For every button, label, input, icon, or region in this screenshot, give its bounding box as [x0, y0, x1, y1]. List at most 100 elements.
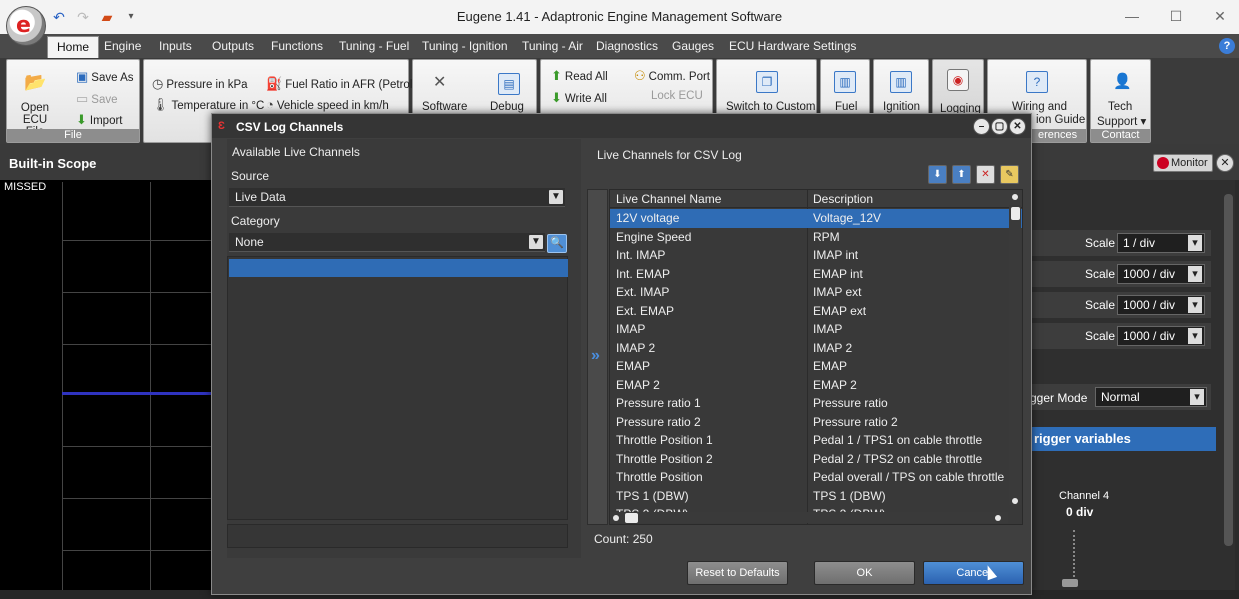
main-scrollbar-thumb[interactable]: [1224, 194, 1233, 546]
channel-name-cell: Engine Speed: [616, 229, 692, 244]
wiring-guide-button[interactable]: Wiring and: [1012, 101, 1067, 113]
monitor-button[interactable]: Monitor: [1153, 154, 1213, 172]
scope-grid-line: [62, 550, 215, 551]
table-row[interactable]: TPS 1 (DBW) TPS 1 (DBW): [610, 487, 1022, 506]
temperature-units-button[interactable]: 🌡 Temperature in °C: [152, 97, 264, 113]
fuel-table-icon: ▥: [834, 71, 856, 93]
delete-channel-icon[interactable]: ✕: [976, 165, 995, 184]
scope-close-icon[interactable]: ✕: [1216, 154, 1234, 172]
close-button[interactable]: ✕: [1205, 6, 1235, 26]
table-row[interactable]: Pressure ratio 1 Pressure ratio: [610, 394, 1022, 413]
available-channel-selected-row[interactable]: [229, 259, 568, 277]
category-select[interactable]: None ▼: [229, 233, 545, 252]
tab-engine[interactable]: Engine: [104, 39, 141, 53]
save-button[interactable]: ▭ Save: [76, 91, 118, 107]
thermometer-icon: 🌡: [152, 97, 169, 112]
table-row[interactable]: 12V voltage Voltage_12V: [610, 209, 1022, 228]
channel-description-cell: Pressure ratio: [813, 396, 888, 410]
column-header-name[interactable]: Live Channel Name: [616, 192, 721, 206]
table-row[interactable]: Throttle Position 2 Pedal 2 / TPS2 on cab…: [610, 450, 1022, 469]
software-button[interactable]: Software: [422, 101, 467, 113]
fuel-button[interactable]: Fuel: [835, 101, 857, 113]
scale-select-1[interactable]: 1 / div: [1117, 233, 1205, 253]
comm-port-button[interactable]: ⚇ Comm. Port: [634, 68, 710, 84]
grid-vertical-scroll-thumb[interactable]: [1011, 207, 1020, 220]
channel-name-cell: IMAP: [616, 322, 646, 336]
wiring-guide-icon: ?: [1026, 71, 1048, 93]
vehicle-speed-units-button[interactable]: ◔ Vehicle speed in km/h: [266, 97, 389, 112]
lock-ecu-button[interactable]: Lock ECU: [651, 90, 703, 102]
scale-select-3[interactable]: 1000 / div: [1117, 295, 1205, 315]
debug-button[interactable]: Debug: [490, 101, 524, 113]
pressure-units-button[interactable]: ◷ Pressure in kPa: [152, 76, 248, 92]
tab-functions[interactable]: Functions: [271, 39, 323, 53]
move-up-icon[interactable]: ⬆: [952, 165, 971, 184]
table-row[interactable]: Engine Speed RPM: [610, 228, 1022, 247]
gauge-icon: ◷: [152, 76, 164, 91]
source-select[interactable]: Live Data ▼: [229, 188, 565, 207]
tab-diagnostics[interactable]: Diagnostics: [596, 39, 658, 53]
table-row[interactable]: Ext. IMAP IMAP ext: [610, 283, 1022, 302]
save-as-button[interactable]: ▣ Save As: [76, 69, 134, 85]
read-all-button[interactable]: ⬆ Read All: [551, 68, 608, 84]
switch-to-custom-button[interactable]: Switch to Custom: [726, 101, 815, 113]
app-logo[interactable]: e: [6, 6, 46, 46]
trigger-variables-button[interactable]: rigger variables: [1030, 427, 1216, 451]
ok-button[interactable]: OK: [814, 561, 915, 585]
ignition-table-icon: ▥: [890, 71, 912, 93]
clear-all-icon[interactable]: ✎: [1000, 165, 1019, 184]
tab-outputs[interactable]: Outputs: [212, 39, 254, 53]
tab-tuning-ignition[interactable]: Tuning - Ignition: [422, 39, 508, 53]
tech-support-button-line2[interactable]: Support ▾: [1097, 114, 1146, 128]
tab-gauges[interactable]: Gauges: [672, 39, 714, 53]
table-row[interactable]: Int. IMAP IMAP int: [610, 246, 1022, 265]
table-row[interactable]: Throttle Position Pedal overall / TPS on …: [610, 468, 1022, 487]
maximize-button[interactable]: ☐: [1161, 6, 1191, 26]
tab-home[interactable]: Home: [47, 36, 100, 58]
grid-horizontal-scroll-thumb[interactable]: [625, 513, 638, 523]
table-row[interactable]: Ext. EMAP EMAP ext: [610, 302, 1022, 321]
import-button[interactable]: ⬇ Import: [76, 112, 123, 128]
channel4-slider-thumb[interactable]: [1062, 579, 1078, 587]
available-channels-list[interactable]: [227, 256, 568, 520]
tab-inputs[interactable]: Inputs: [159, 39, 192, 53]
table-row[interactable]: IMAP IMAP: [610, 320, 1022, 339]
dialog-close-button[interactable]: ✕: [1009, 118, 1026, 135]
table-row[interactable]: IMAP 2 IMAP 2: [610, 339, 1022, 358]
category-label: Category: [231, 214, 280, 228]
dialog-minimize-button[interactable]: –: [973, 118, 990, 135]
ribbon-group-contact: 👤 Tech Support ▾ Contact: [1090, 59, 1151, 143]
grid-horizontal-scrollbar[interactable]: [610, 512, 1008, 523]
tab-tuning-fuel[interactable]: Tuning - Fuel: [339, 39, 409, 53]
tab-ecu-hardware-settings[interactable]: ECU Hardware Settings: [729, 39, 856, 53]
dialog-maximize-button[interactable]: ▢: [991, 118, 1008, 135]
search-icon[interactable]: 🔍: [547, 234, 567, 253]
app-logo-icon: Ɛ: [218, 120, 225, 132]
table-row[interactable]: EMAP EMAP: [610, 357, 1022, 376]
ignition-button[interactable]: Ignition: [883, 101, 920, 113]
channel-name-cell: Int. IMAP: [616, 248, 666, 262]
minimize-button[interactable]: —: [1117, 6, 1147, 26]
write-all-button[interactable]: ⬇ Write All: [551, 90, 607, 106]
table-row[interactable]: Int. EMAP EMAP int: [610, 265, 1022, 284]
add-arrow-icon[interactable]: »: [591, 347, 600, 365]
tab-tuning-air[interactable]: Tuning - Air: [522, 39, 583, 53]
wiring-guide-button-line2[interactable]: ion Guide: [1036, 114, 1085, 126]
tech-support-button[interactable]: Tech: [1108, 101, 1132, 113]
help-icon[interactable]: ?: [1219, 38, 1235, 54]
cancel-button[interactable]: Cancel: [923, 561, 1024, 585]
channel-description-cell: IMAP ext: [813, 285, 862, 299]
scale-select-2[interactable]: 1000 / div: [1117, 264, 1205, 284]
channel-name-cell: EMAP: [616, 359, 651, 373]
table-row[interactable]: Pressure ratio 2 Pressure ratio 2: [610, 413, 1022, 432]
fuel-ratio-units-button[interactable]: ⛽ Fuel Ratio in AFR (Petrol): [266, 76, 416, 92]
table-row[interactable]: Throttle Position 1 Pedal 1 / TPS1 on cab…: [610, 431, 1022, 450]
table-row[interactable]: EMAP 2 EMAP 2: [610, 376, 1022, 395]
scale-select-4[interactable]: 1000 / div: [1117, 326, 1205, 346]
column-header-description[interactable]: Description: [813, 192, 873, 206]
grid-vertical-scrollbar[interactable]: [1009, 205, 1021, 505]
move-down-icon[interactable]: ⬇: [928, 165, 947, 184]
scale-label: Scale: [1085, 298, 1116, 312]
trigger-mode-select[interactable]: Normal: [1095, 387, 1207, 407]
reset-to-defaults-button[interactable]: Reset to Defaults: [687, 561, 788, 585]
